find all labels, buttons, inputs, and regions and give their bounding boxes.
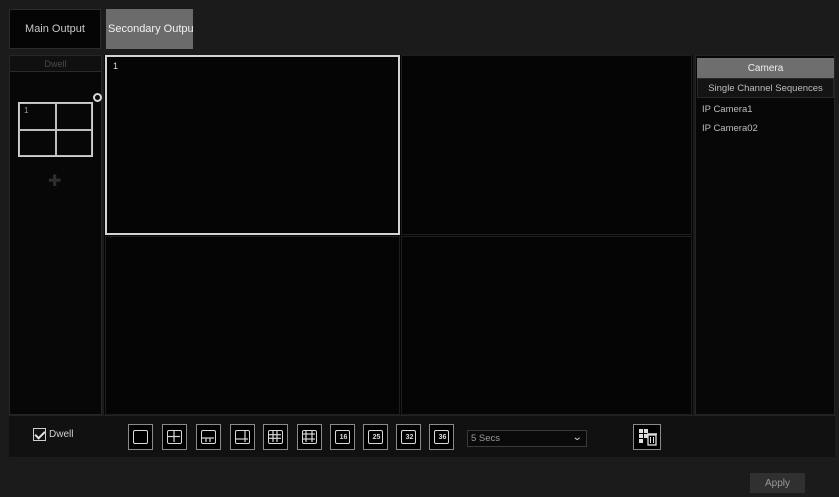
layout-32-icon: 32 (401, 430, 416, 444)
checkbox-checked-icon[interactable] (33, 428, 46, 441)
layout-4-button[interactable] (162, 424, 187, 450)
thumbnail-cell-3 (19, 129, 56, 156)
layout-6-icon (201, 430, 216, 444)
window-number: 1 (113, 61, 119, 71)
sequence-list-panel: Dwell 1 ✚ (9, 55, 102, 415)
layout-4-icon (167, 430, 182, 444)
layout-1-button[interactable] (128, 424, 153, 450)
layout-32-button[interactable]: 32 (396, 424, 421, 450)
clear-layout-button[interactable] (633, 424, 661, 450)
layout-13-button[interactable] (297, 424, 322, 450)
apply-button[interactable]: Apply (750, 473, 805, 493)
tab-camera[interactable]: Camera (697, 58, 834, 78)
tab-single-channel-sequences[interactable]: Single Channel Sequences (697, 78, 834, 98)
camera-list-item[interactable]: IP Camera1 (702, 104, 753, 115)
dwell-header: Dwell (10, 56, 101, 72)
layout-25-icon: 25 (368, 430, 383, 444)
layout-36-button[interactable]: 36 (429, 424, 454, 450)
tab-secondary-output[interactable]: Secondary Output (106, 9, 193, 49)
thumbnail-cell-2 (55, 103, 92, 130)
sequence-layout-thumbnail[interactable]: 1 (18, 102, 93, 157)
layout-8-button[interactable] (230, 424, 255, 450)
add-layout-icon[interactable]: ✚ (48, 174, 61, 190)
thumbnail-cell-1: 1 (19, 103, 56, 130)
remove-layout-icon[interactable] (93, 93, 102, 102)
chevron-down-icon: ⌄ (571, 432, 583, 443)
tab-main-output[interactable]: Main Output (9, 9, 101, 49)
preview-window-3[interactable] (105, 236, 400, 415)
camera-panel: Camera Single Channel Sequences IP Camer… (695, 55, 835, 415)
preview-window-2[interactable] (401, 55, 692, 235)
layout-16-button[interactable]: 16 (330, 424, 355, 450)
layout-36-icon: 36 (434, 430, 449, 444)
layout-toolbar: Dwell 16 25 32 36 5 Secs ⌄ (9, 415, 835, 457)
dwell-time-value: 5 Secs (471, 433, 501, 444)
dwell-checkbox[interactable]: Dwell (33, 428, 73, 441)
layout-16-icon: 16 (335, 430, 350, 444)
layout-25-label: 25 (372, 434, 381, 441)
preview-grid: 1 (104, 55, 693, 415)
layout-6-button[interactable] (196, 424, 221, 450)
layout-1-icon (133, 430, 148, 444)
trash-grid-icon (639, 429, 657, 446)
layout-36-label: 36 (438, 434, 447, 441)
thumbnail-cell-4 (55, 129, 92, 156)
layout-32-label: 32 (405, 434, 414, 441)
preview-window-4[interactable] (401, 236, 692, 415)
layout-8-icon (235, 430, 250, 444)
layout-13-icon (302, 430, 317, 444)
preview-window-1[interactable]: 1 (105, 55, 400, 235)
dwell-time-select[interactable]: 5 Secs ⌄ (467, 430, 587, 447)
layout-25-button[interactable]: 25 (363, 424, 388, 450)
dwell-checkbox-label: Dwell (49, 429, 74, 440)
layout-9-icon (268, 430, 283, 444)
camera-list-item[interactable]: IP Camera02 (702, 123, 758, 134)
layout-9-button[interactable] (263, 424, 288, 450)
layout-16-label: 16 (339, 434, 348, 441)
